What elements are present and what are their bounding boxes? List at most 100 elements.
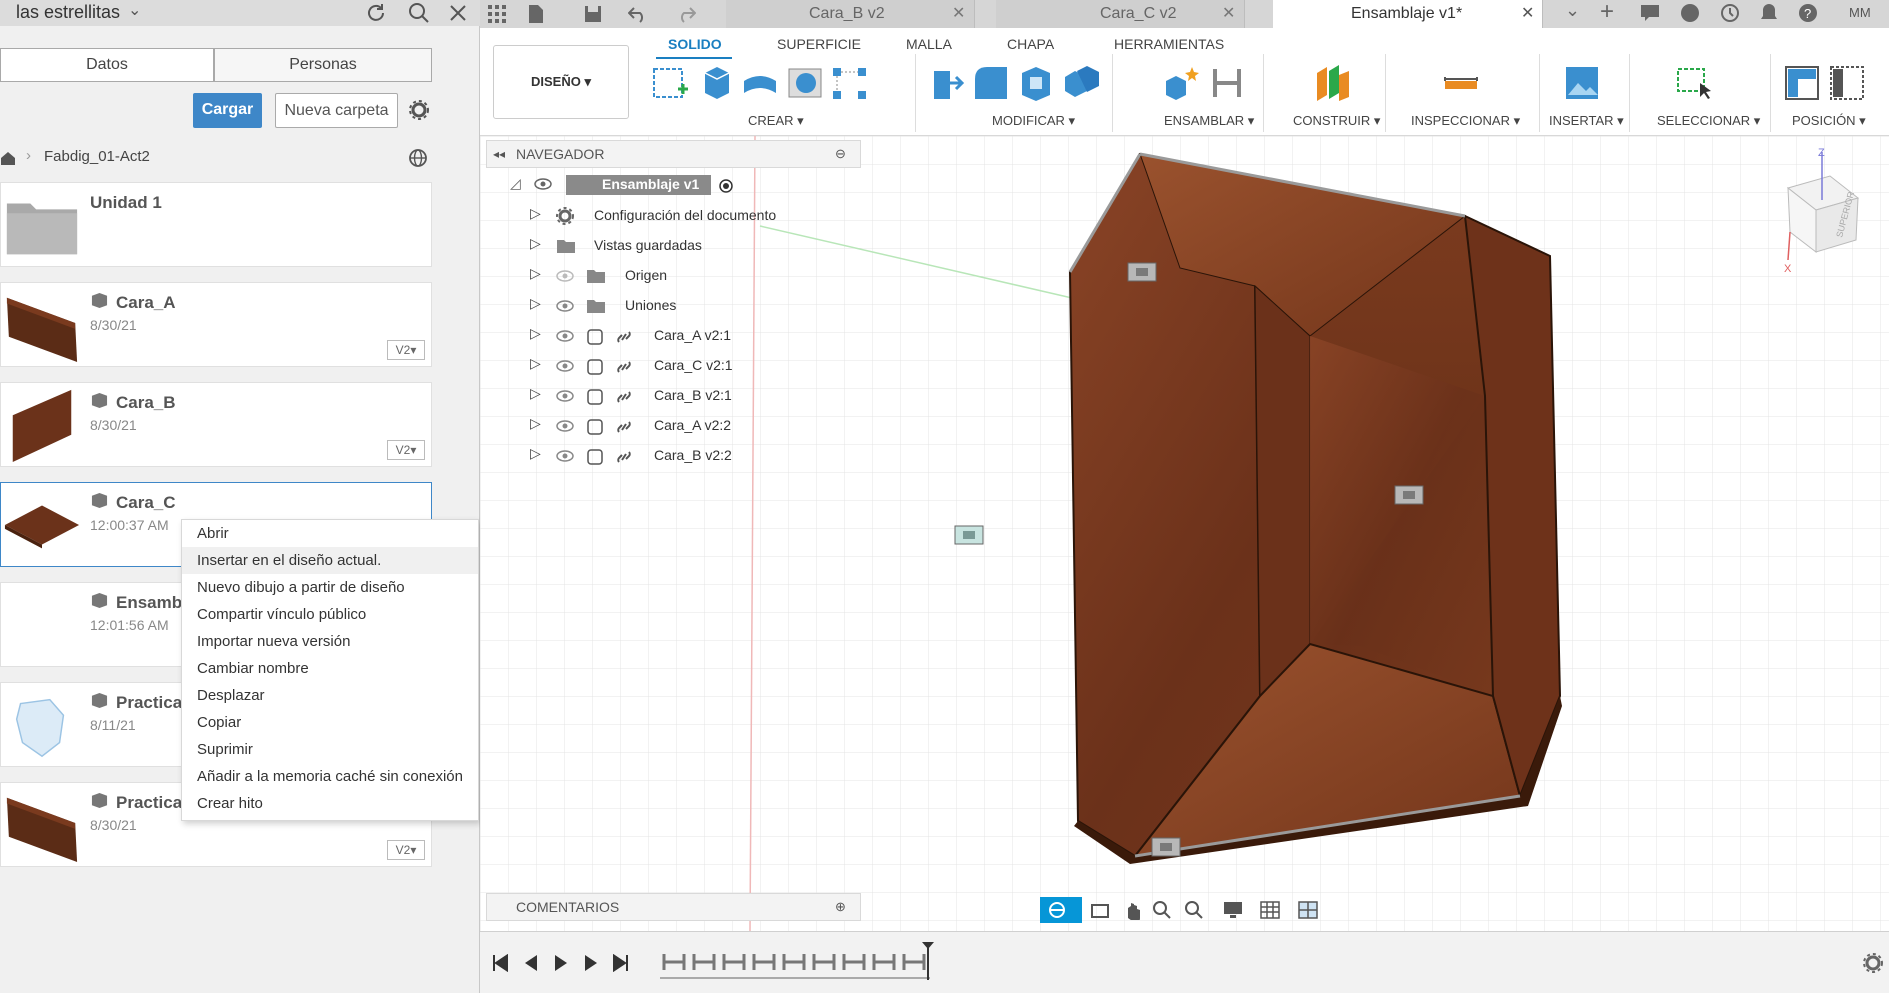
- expand-triangle-icon[interactable]: ▷: [530, 205, 541, 222]
- tree-item[interactable]: ▷ Vistas guardadas: [530, 235, 730, 259]
- capture-position-icon[interactable]: [1782, 63, 1822, 103]
- version-badge[interactable]: V2▾: [387, 340, 425, 360]
- timeline-marker[interactable]: [920, 940, 936, 982]
- tab-personas[interactable]: Personas: [214, 48, 432, 82]
- clock-icon[interactable]: [1720, 3, 1740, 23]
- expand-triangle-icon[interactable]: ▷: [530, 325, 541, 342]
- gear-icon[interactable]: [408, 99, 430, 121]
- expand-triangle-icon[interactable]: ▷: [530, 265, 541, 282]
- shell-icon[interactable]: [1016, 63, 1056, 103]
- step-forward-icon[interactable]: [583, 954, 599, 972]
- home-icon[interactable]: [0, 150, 16, 166]
- expand-triangle-icon[interactable]: ▷: [530, 385, 541, 402]
- bell-icon[interactable]: [1760, 3, 1778, 23]
- tree-item[interactable]: ▷ Configuración del documento: [530, 205, 776, 229]
- revert-position-icon[interactable]: [1827, 63, 1867, 103]
- press-pull-icon[interactable]: [926, 63, 966, 103]
- root-node[interactable]: Ensamblaje v1: [566, 175, 711, 195]
- joint-feature-icon[interactable]: [810, 948, 838, 974]
- add-comment-icon[interactable]: ⊕: [835, 894, 846, 920]
- pan-icon[interactable]: [1122, 900, 1142, 920]
- expand-triangle-icon[interactable]: ▷: [530, 235, 541, 252]
- menu-item-share-link[interactable]: Compartir vínculo público: [182, 601, 478, 628]
- tree-item[interactable]: ▷ Cara_B v2:2: [530, 445, 740, 469]
- eye-icon[interactable]: [534, 178, 552, 190]
- zoom-icon[interactable]: [1152, 900, 1172, 920]
- save-icon[interactable]: [584, 5, 602, 23]
- select-box-icon[interactable]: [1674, 63, 1714, 103]
- refresh-icon[interactable]: [366, 3, 388, 23]
- menu-item-new-drawing[interactable]: Nuevo dibujo a partir de diseño: [182, 574, 478, 601]
- tab-datos[interactable]: Datos: [0, 48, 214, 82]
- user-avatar[interactable]: MM: [1849, 5, 1871, 20]
- orbit-button[interactable]: [1040, 897, 1082, 923]
- offset-plane-icon[interactable]: [1313, 63, 1353, 103]
- menu-item-insert[interactable]: Insertar en el diseño actual.: [182, 547, 478, 574]
- look-at-icon[interactable]: [1090, 901, 1110, 919]
- tree-item[interactable]: ▷ Origen: [530, 265, 730, 289]
- folder-card[interactable]: Unidad 1: [0, 182, 432, 267]
- comments-panel[interactable]: COMENTARIOS ⊕: [486, 893, 861, 921]
- go-to-end-icon[interactable]: [613, 954, 629, 972]
- go-to-start-icon[interactable]: [492, 954, 508, 972]
- eye-icon[interactable]: [556, 420, 574, 432]
- display-settings-icon[interactable]: [1222, 901, 1244, 919]
- menu-item-rename[interactable]: Cambiar nombre: [182, 655, 478, 682]
- extrude-icon[interactable]: [695, 63, 735, 103]
- tree-item[interactable]: ▷ Cara_A v2:2: [530, 415, 740, 439]
- group-assemble[interactable]: ENSAMBLAR ▾: [1164, 113, 1254, 129]
- tab-malla[interactable]: MALLA: [906, 36, 952, 52]
- sphere-icon[interactable]: [785, 63, 825, 103]
- create-sketch-icon[interactable]: [650, 63, 690, 103]
- extensions-icon[interactable]: [1680, 3, 1700, 23]
- file-card[interactable]: Cara_A 8/30/21 V2▾: [0, 282, 432, 367]
- wood-box-model[interactable]: [1068, 152, 1562, 864]
- gear-icon[interactable]: [1862, 952, 1884, 974]
- tab-herramientas[interactable]: HERRAMIENTAS: [1114, 36, 1224, 52]
- menu-item-move[interactable]: Desplazar: [182, 682, 478, 709]
- step-back-icon[interactable]: [523, 954, 539, 972]
- activate-icon[interactable]: [718, 178, 734, 194]
- play-icon[interactable]: [553, 954, 569, 972]
- group-modify[interactable]: MODIFICAR ▾: [992, 113, 1075, 129]
- menu-item-open[interactable]: Abrir: [182, 520, 478, 547]
- tree-item[interactable]: ▷ Uniones: [530, 295, 730, 319]
- file-card[interactable]: Cara_B 8/30/21 V2▾: [0, 382, 432, 467]
- joint-glyph[interactable]: [1127, 262, 1157, 282]
- eye-icon[interactable]: [556, 390, 574, 402]
- joint-glyph[interactable]: [1151, 837, 1181, 857]
- eye-icon[interactable]: [556, 300, 574, 312]
- joint-glyph[interactable]: [1394, 485, 1424, 505]
- chevron-down-icon[interactable]: ⌄: [1565, 0, 1580, 21]
- fillet-icon[interactable]: [971, 63, 1011, 103]
- joint-feature-icon[interactable]: [750, 948, 778, 974]
- project-name[interactable]: las estrellitas: [16, 2, 120, 23]
- grid-settings-icon[interactable]: [1260, 901, 1280, 919]
- close-icon[interactable]: ✕: [1222, 0, 1235, 28]
- menu-item-milestone[interactable]: Crear hito: [182, 790, 478, 817]
- collapse-icon[interactable]: ◂◂: [493, 141, 505, 167]
- close-icon[interactable]: ✕: [952, 0, 965, 28]
- joint-feature-icon[interactable]: [870, 948, 898, 974]
- menu-item-delete[interactable]: Suprimir: [182, 736, 478, 763]
- doc-tab-active[interactable]: Ensamblaje v1* ✕: [1273, 0, 1543, 28]
- help-icon[interactable]: ?: [1798, 3, 1818, 23]
- close-icon[interactable]: [448, 3, 468, 23]
- eye-icon[interactable]: [556, 450, 574, 462]
- tab-solido[interactable]: SOLIDO: [668, 36, 722, 52]
- doc-tab[interactable]: Cara_B v2 ✕: [726, 0, 975, 28]
- undo-icon[interactable]: [628, 5, 648, 23]
- group-position[interactable]: POSICIÓN ▾: [1792, 113, 1866, 129]
- joint-icon[interactable]: [1207, 63, 1247, 103]
- minimize-icon[interactable]: ⊖: [835, 141, 846, 167]
- expand-triangle-icon[interactable]: ◿: [510, 175, 521, 192]
- tree-item[interactable]: ▷ Cara_A v2:1: [530, 325, 740, 349]
- group-create[interactable]: CREAR ▾: [748, 113, 804, 129]
- menu-item-import-version[interactable]: Importar nueva versión: [182, 628, 478, 655]
- menu-item-offline-cache[interactable]: Añadir a la memoria caché sin conexión: [182, 763, 478, 790]
- eye-icon[interactable]: [556, 360, 574, 372]
- file-icon[interactable]: [528, 4, 544, 24]
- joint-feature-icon[interactable]: [780, 948, 808, 974]
- zoom-fit-icon[interactable]: [1184, 900, 1204, 920]
- joint-feature-icon[interactable]: [720, 948, 748, 974]
